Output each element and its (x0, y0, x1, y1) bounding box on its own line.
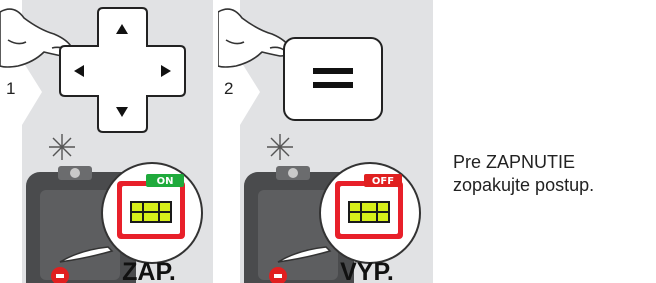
step-number-2: 2 (224, 79, 234, 98)
instruction-line-2: zopakujte postup. (453, 175, 595, 195)
instruction-text: Pre ZAPNUTIE zopakujte postup. (453, 151, 594, 197)
instruction-line-1: Pre ZAPNUTIE (453, 152, 576, 172)
step-2-illustration: OFF VYP. (218, 0, 421, 283)
step-2-panel: OFF VYP. 2 (218, 0, 433, 283)
spirit-level-icon: OFF (335, 174, 403, 239)
laser-sparkle-icon (49, 134, 75, 160)
laser-sparkle-icon (267, 134, 293, 160)
on-badge-text: ON (157, 176, 174, 187)
mode-label-off: VYP. (340, 258, 394, 283)
step-number-1: 1 (6, 79, 16, 98)
dpad-icon (59, 7, 186, 133)
spirit-level-icon: ON (117, 174, 185, 239)
finger-icon (218, 8, 291, 68)
step-1-panel: ON ZAP. 1 (0, 0, 213, 283)
off-badge-text: OFF (372, 176, 394, 187)
mode-label-on: ZAP. (122, 258, 176, 283)
step-1-illustration: ON ZAP. (0, 0, 203, 283)
equals-button-icon[interactable] (283, 37, 383, 121)
